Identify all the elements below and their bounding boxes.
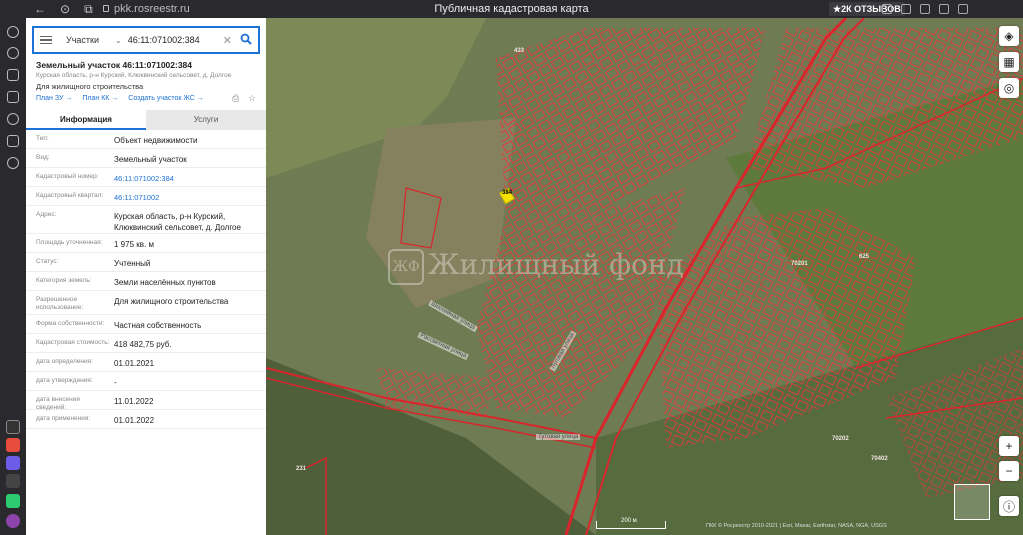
map-label: 70201 — [791, 261, 808, 267]
hamburger-icon[interactable] — [40, 34, 52, 47]
app-icon-3[interactable] — [6, 456, 20, 470]
search-icon[interactable] — [240, 33, 252, 45]
create-parcel-link[interactable]: Создать участок ЖС → — [128, 95, 204, 102]
info-row: Адрес: Курская область, р-н Курский, Клюк… — [26, 206, 266, 234]
info-table: Тип: Объект недвижимости Вид: Земельный уч… — [26, 130, 266, 429]
gps-button[interactable]: ◎ — [999, 78, 1019, 98]
parcel-title: Земельный участок 46:11:071002:384 — [36, 60, 193, 70]
map-label: 70402 — [871, 456, 888, 462]
zoom-in-button[interactable]: + — [999, 436, 1019, 456]
cadastral-quarter-link[interactable]: 46:11:071002 — [114, 192, 260, 203]
watermark: ЖФ Жилищный фонд — [388, 248, 684, 285]
location-icon: ◎ — [1003, 81, 1015, 95]
star-icon[interactable] — [7, 69, 19, 81]
info-row: Вид: Земельный участок — [26, 149, 266, 168]
favorite-star-icon[interactable]: ☆ — [248, 94, 257, 103]
plan-zu-link[interactable]: План ЗУ → — [36, 95, 72, 102]
app-icon-1[interactable] — [6, 420, 20, 434]
info-row: Статус: Учтенный — [26, 253, 266, 272]
lock-icon — [103, 5, 109, 12]
mail-app-icon[interactable] — [6, 438, 20, 452]
info-row: Кадастровый квартал: 46:11:071002 — [26, 187, 266, 206]
selected-parcel-label[interactable]: 384 — [502, 190, 512, 196]
address-bar[interactable]: pkk.rosreestr.ru — [114, 0, 190, 18]
attribution: ПКК © Росреестр 2010-2021 | Esri, Maxar,… — [706, 523, 887, 529]
info-row: Разрешенное использование: Для жилищного … — [26, 291, 266, 315]
share-icon[interactable] — [901, 4, 911, 14]
info-row: дата применения: 01.01.2022 — [26, 410, 266, 429]
clock-icon[interactable] — [7, 47, 19, 59]
map-label: 625 — [859, 254, 870, 260]
info-panel: Участки ⌄ 46:11:071002:384 ✕ ‹ Земельный… — [26, 18, 274, 535]
clear-icon[interactable]: ✕ — [223, 34, 232, 47]
tab-bar: Информация Услуги — [26, 110, 266, 130]
print-icon[interactable]: ⎙ — [232, 94, 241, 103]
copy-icon[interactable]: ⧉ — [84, 0, 93, 18]
browser-bar: ← ⊙ ⧉ pkk.rosreestr.ru Публичная кадастр… — [0, 0, 1023, 18]
collections-icon[interactable] — [7, 91, 19, 103]
plus-icon: + — [1005, 439, 1013, 453]
info-button[interactable]: ⓘ — [999, 496, 1019, 516]
scale-label: 200 м — [621, 518, 637, 524]
watermark-text: Жилищный фонд — [428, 248, 684, 281]
screen: ← ⊙ ⧉ pkk.rosreestr.ru Публичная кадастр… — [0, 0, 1023, 535]
tab-information[interactable]: Информация — [26, 110, 146, 130]
street-label: Тутовая улица — [536, 434, 581, 440]
minimap[interactable] — [954, 484, 990, 520]
info-row: дата утверждения: - — [26, 372, 266, 391]
home-icon[interactable] — [7, 26, 19, 38]
info-row: Кадастровая стоимость: 418 482,75 руб. — [26, 334, 266, 353]
cadastral-map[interactable]: ЖФ Жилищный фонд 433 625 70201 70202 7040… — [266, 18, 1023, 535]
map-icon: ▦ — [1003, 55, 1015, 69]
zoom-out-button[interactable]: − — [999, 461, 1019, 481]
layer-select[interactable]: Участки — [66, 35, 99, 45]
info-row: дата определения: 01.01.2021 — [26, 353, 266, 372]
layers-icon: ◈ — [1004, 29, 1014, 43]
chevron-down-icon[interactable]: ⌄ — [115, 36, 122, 45]
download-icon[interactable] — [939, 4, 949, 14]
info-icon: ⓘ — [1002, 499, 1015, 514]
history-icon[interactable]: ⊙ — [60, 0, 70, 18]
play-icon[interactable] — [7, 113, 19, 125]
info-row: Тип: Объект недвижимости — [26, 130, 266, 149]
add-app-icon[interactable] — [6, 474, 20, 488]
map-style-button[interactable]: ▦ — [999, 52, 1019, 72]
info-row: дата внесения сведений: 11.01.2022 — [26, 391, 266, 411]
info-row: Площадь уточненная: 1 975 кв. м — [26, 234, 266, 253]
plan-kk-link[interactable]: План КК → — [82, 95, 118, 102]
bookmark-icon[interactable] — [882, 4, 892, 14]
info-row: Форма собственности: Частная собственност… — [26, 315, 266, 334]
tab-services[interactable]: Услуги — [146, 110, 266, 130]
extension-icon[interactable] — [920, 4, 930, 14]
minus-icon: − — [1005, 464, 1013, 478]
info-row: Категория земель: Земли населённых пункто… — [26, 272, 266, 291]
watermark-logo: ЖФ — [388, 248, 424, 285]
cadastral-number-link[interactable]: 46:11:071002:384 — [114, 173, 260, 184]
back-icon[interactable]: ← — [34, 0, 46, 18]
parcel-use: Для жилищного строительства — [36, 82, 144, 91]
map-label: 231 — [296, 466, 307, 472]
search-box[interactable]: Участки ⌄ 46:11:071002:384 ✕ — [32, 26, 260, 54]
app-icon-5[interactable] — [6, 494, 20, 508]
menu-icon[interactable] — [958, 4, 968, 14]
search-input[interactable]: 46:11:071002:384 — [128, 35, 200, 45]
settings-icon[interactable] — [7, 157, 19, 169]
app-icon-6[interactable] — [6, 514, 20, 528]
calendar-icon[interactable] — [7, 135, 19, 147]
app-rail — [0, 18, 26, 535]
parcel-address: Курская область, р-н Курский, Клюквински… — [36, 72, 232, 79]
map-label: 70202 — [832, 436, 849, 442]
map-label: 433 — [514, 48, 525, 54]
layers-button[interactable]: ◈ — [999, 26, 1019, 46]
info-row: Кадастровый номер: 46:11:071002:384 — [26, 168, 266, 187]
